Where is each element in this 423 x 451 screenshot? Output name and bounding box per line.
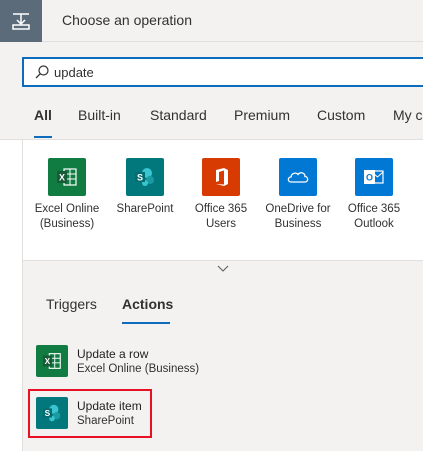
connector-label: OneDrive for Business: [265, 203, 331, 230]
connector-label: Office 365 Outlook: [347, 203, 401, 230]
active-subtab-indicator: [122, 322, 170, 324]
search-box[interactable]: [22, 57, 423, 87]
tab-all[interactable]: All: [34, 107, 52, 123]
excel-icon: X: [36, 345, 68, 377]
tab-actions[interactable]: Actions: [122, 296, 173, 312]
header: Choose an operation: [0, 0, 423, 42]
connector-label: Office 365 Users: [194, 203, 248, 230]
active-tab-indicator: [34, 136, 52, 138]
search-input[interactable]: [54, 60, 414, 84]
connector-office-365-users[interactable]: Office 365 Users: [181, 158, 261, 232]
connector-list: X Excel Online (Business) S SharePoint O…: [22, 140, 423, 260]
connector-label: Excel Online (Business): [34, 203, 100, 230]
tab-triggers[interactable]: Triggers: [46, 296, 97, 312]
header-title: Choose an operation: [62, 12, 192, 28]
connector-label: SharePoint: [116, 203, 174, 215]
connector-office-365-outlook[interactable]: O Office 365 Outlook: [334, 158, 414, 232]
tab-my-connectors[interactable]: My c: [393, 107, 423, 123]
connector-onedrive[interactable]: OneDrive for Business: [258, 158, 338, 232]
onedrive-icon: [279, 158, 317, 196]
tab-built-in[interactable]: Built-in: [78, 107, 121, 123]
connector-excel-online[interactable]: X Excel Online (Business): [27, 158, 107, 232]
svg-text:O: O: [366, 173, 373, 183]
tab-standard[interactable]: Standard: [150, 107, 207, 123]
expand-connectors-button[interactable]: [22, 260, 423, 276]
action-title: Update a row: [77, 346, 149, 361]
action-connector-name: Excel Online (Business): [77, 362, 200, 375]
category-tabs: All Built-in Standard Premium Custom My …: [0, 94, 423, 140]
search-area: [0, 42, 423, 94]
search-icon: [32, 62, 52, 82]
office-icon: [202, 158, 240, 196]
action-update-a-row[interactable]: X Update a row Excel Online (Business): [30, 340, 423, 382]
action-text: Update a row Excel Online (Business): [77, 347, 199, 376]
operation-picker: Choose an operation All Built-in Standar…: [0, 0, 423, 451]
svg-text:S: S: [137, 173, 143, 183]
tab-custom[interactable]: Custom: [317, 107, 365, 123]
connector-sharepoint[interactable]: S SharePoint: [105, 158, 185, 217]
svg-text:X: X: [59, 173, 65, 183]
svg-text:X: X: [45, 357, 51, 366]
chevron-down-icon: [217, 260, 229, 278]
operation-step-icon: [0, 0, 42, 42]
outlook-icon: O: [355, 158, 393, 196]
tab-premium[interactable]: Premium: [234, 107, 290, 123]
highlight-box: [28, 389, 152, 438]
sharepoint-icon: S: [126, 158, 164, 196]
excel-icon: X: [48, 158, 86, 196]
